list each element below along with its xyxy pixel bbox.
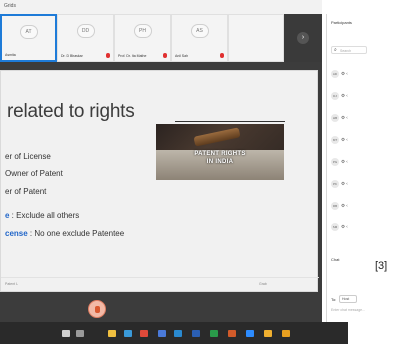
participant-status-icon: ⚙ ‹ (341, 115, 348, 120)
slide-bullet: Owner of Patent (5, 169, 63, 178)
slide-title: related to rights (7, 101, 135, 122)
mic-muted-icon (163, 53, 167, 58)
avatar: AD (331, 70, 339, 78)
powerpoint-icon[interactable] (228, 330, 236, 337)
chat-message-input[interactable]: Enter chat message... (331, 308, 367, 318)
participant-thumbnail-strip: AT Asmita DD Dr. D Bhaskar PH Prof. Dr. … (0, 14, 322, 62)
chat-recipient-select[interactable]: Host (339, 295, 357, 303)
zoom-icon[interactable] (246, 330, 254, 337)
bullet-text: Owner of Patent (5, 169, 63, 178)
avatar: PH (133, 24, 152, 38)
mic-muted-icon (106, 53, 110, 58)
mic-muted-icon (220, 53, 224, 58)
slide-bullet: e : Exclude all others (5, 211, 79, 220)
folder-icon[interactable] (264, 330, 272, 337)
avatar: DD (76, 24, 95, 38)
participant-thumbnail[interactable]: PH Prof. Dr. Ita Mathe (114, 14, 171, 62)
search-placeholder: Search (340, 48, 352, 53)
image-caption: PATENT RIGHTS IN INDIA (156, 150, 284, 166)
chat-title: Chat (331, 257, 340, 262)
slide-bullet: cense : No one exclude Patentee (5, 229, 124, 238)
slide-footer: Patent L Grab (1, 277, 319, 291)
participant-row[interactable]: RB ⚙ ‹ (331, 201, 367, 211)
gavel-icon (193, 127, 241, 147)
participant-row[interactable]: AD ⚙ ‹ (331, 69, 367, 79)
participant-thumbnail[interactable]: AT Asmita (0, 14, 57, 62)
participant-thumbnail[interactable] (228, 14, 284, 62)
explorer-icon[interactable] (108, 330, 116, 337)
meeting-top-bar: Grids (0, 0, 322, 14)
bullet-text: : No one exclude Patentee (27, 229, 125, 238)
participant-status-icon: ⚙ ‹ (341, 71, 348, 76)
participant-status-icon: ⚙ ‹ (341, 137, 348, 142)
participant-name: Dr. D Bhaskar (61, 54, 83, 58)
reference-marker: [3] (375, 260, 388, 272)
avatar: SM (331, 223, 339, 231)
avatar: AS (190, 24, 209, 38)
app-icon[interactable] (282, 330, 290, 337)
image-caption-line: IN INDIA (206, 159, 234, 165)
participant-row[interactable]: PK ⚙ ‹ (331, 179, 367, 189)
bullet-text: er of License (5, 152, 51, 161)
store-icon[interactable] (158, 330, 166, 337)
avatar: PK (331, 180, 339, 188)
participant-row[interactable]: HB ⚙ ‹ (331, 113, 367, 123)
shared-slide: related to rights er of License Owner of… (0, 70, 319, 292)
search-icon[interactable] (76, 330, 84, 337)
slide-bullet: er of Patent (5, 187, 46, 196)
bullet-text: er of Patent (5, 187, 47, 196)
search-icon: ⌕ (334, 47, 337, 53)
screenshot-frame: Grids AT Asmita DD Dr. D Bhaskar PH Prof… (0, 0, 397, 344)
word-icon[interactable] (192, 330, 200, 337)
chrome-icon[interactable] (140, 330, 148, 337)
participant-name: Prof. Dr. Ita Mathe (118, 54, 147, 58)
view-label[interactable]: Grids (4, 3, 16, 9)
excel-icon[interactable] (210, 330, 218, 337)
bullet-text: : Exclude all others (9, 211, 80, 220)
chevron-right-icon: › (297, 32, 309, 44)
participant-thumbnail[interactable]: AS Anil Sah (171, 14, 228, 62)
participants-title: Participants (331, 20, 352, 25)
participant-row[interactable]: MT ⚙ ‹ (331, 135, 367, 145)
participant-status-icon: ⚙ ‹ (341, 224, 348, 229)
participant-row[interactable]: PG ⚙ ‹ (331, 157, 367, 167)
avatar: DJ (331, 92, 339, 100)
meeting-window: Grids AT Asmita DD Dr. D Bhaskar PH Prof… (0, 0, 322, 322)
avatar: HB (331, 114, 339, 122)
slide-bullet: er of License (5, 152, 51, 161)
avatar: RB (331, 202, 339, 210)
windows-taskbar (0, 322, 348, 344)
participant-row[interactable]: DJ ⚙ ‹ (331, 91, 367, 101)
mail-icon[interactable] (174, 330, 182, 337)
participant-name: Anil Sah (175, 54, 189, 58)
bullet-highlight: cense (5, 229, 28, 238)
chat-to-label: To: (331, 297, 337, 302)
avatar: PG (331, 158, 339, 166)
next-page-button[interactable]: › (284, 14, 322, 62)
image-caption-line: PATENT RIGHTS (194, 151, 246, 157)
participant-thumbnail[interactable]: DD Dr. D Bhaskar (57, 14, 114, 62)
patent-rights-image: PATENT RIGHTS IN INDIA (156, 124, 284, 180)
participant-row[interactable]: SM ⚙ ‹ (331, 222, 367, 232)
hand-icon (95, 306, 100, 313)
avatar: AT (19, 25, 38, 39)
participant-status-icon: ⚙ ‹ (341, 159, 348, 164)
participant-status-icon: ⚙ ‹ (341, 93, 348, 98)
side-panel: Participants ⌕ Search AD ⚙ ‹ DJ ⚙ ‹ HB ⚙… (326, 14, 370, 328)
participant-status-icon: ⚙ ‹ (341, 203, 348, 208)
title-underline (175, 121, 285, 122)
participant-search-input[interactable]: ⌕ Search (331, 46, 367, 54)
participant-name: Asmita (5, 53, 16, 57)
start-icon[interactable] (62, 330, 70, 337)
edge-icon[interactable] (124, 330, 132, 337)
raise-hand-button[interactable] (88, 300, 106, 318)
avatar: MT (331, 136, 339, 144)
slide-footer-right: Grab (259, 282, 267, 286)
participant-status-icon: ⚙ ‹ (341, 181, 348, 186)
slide-footer-left: Patent L (5, 282, 19, 286)
